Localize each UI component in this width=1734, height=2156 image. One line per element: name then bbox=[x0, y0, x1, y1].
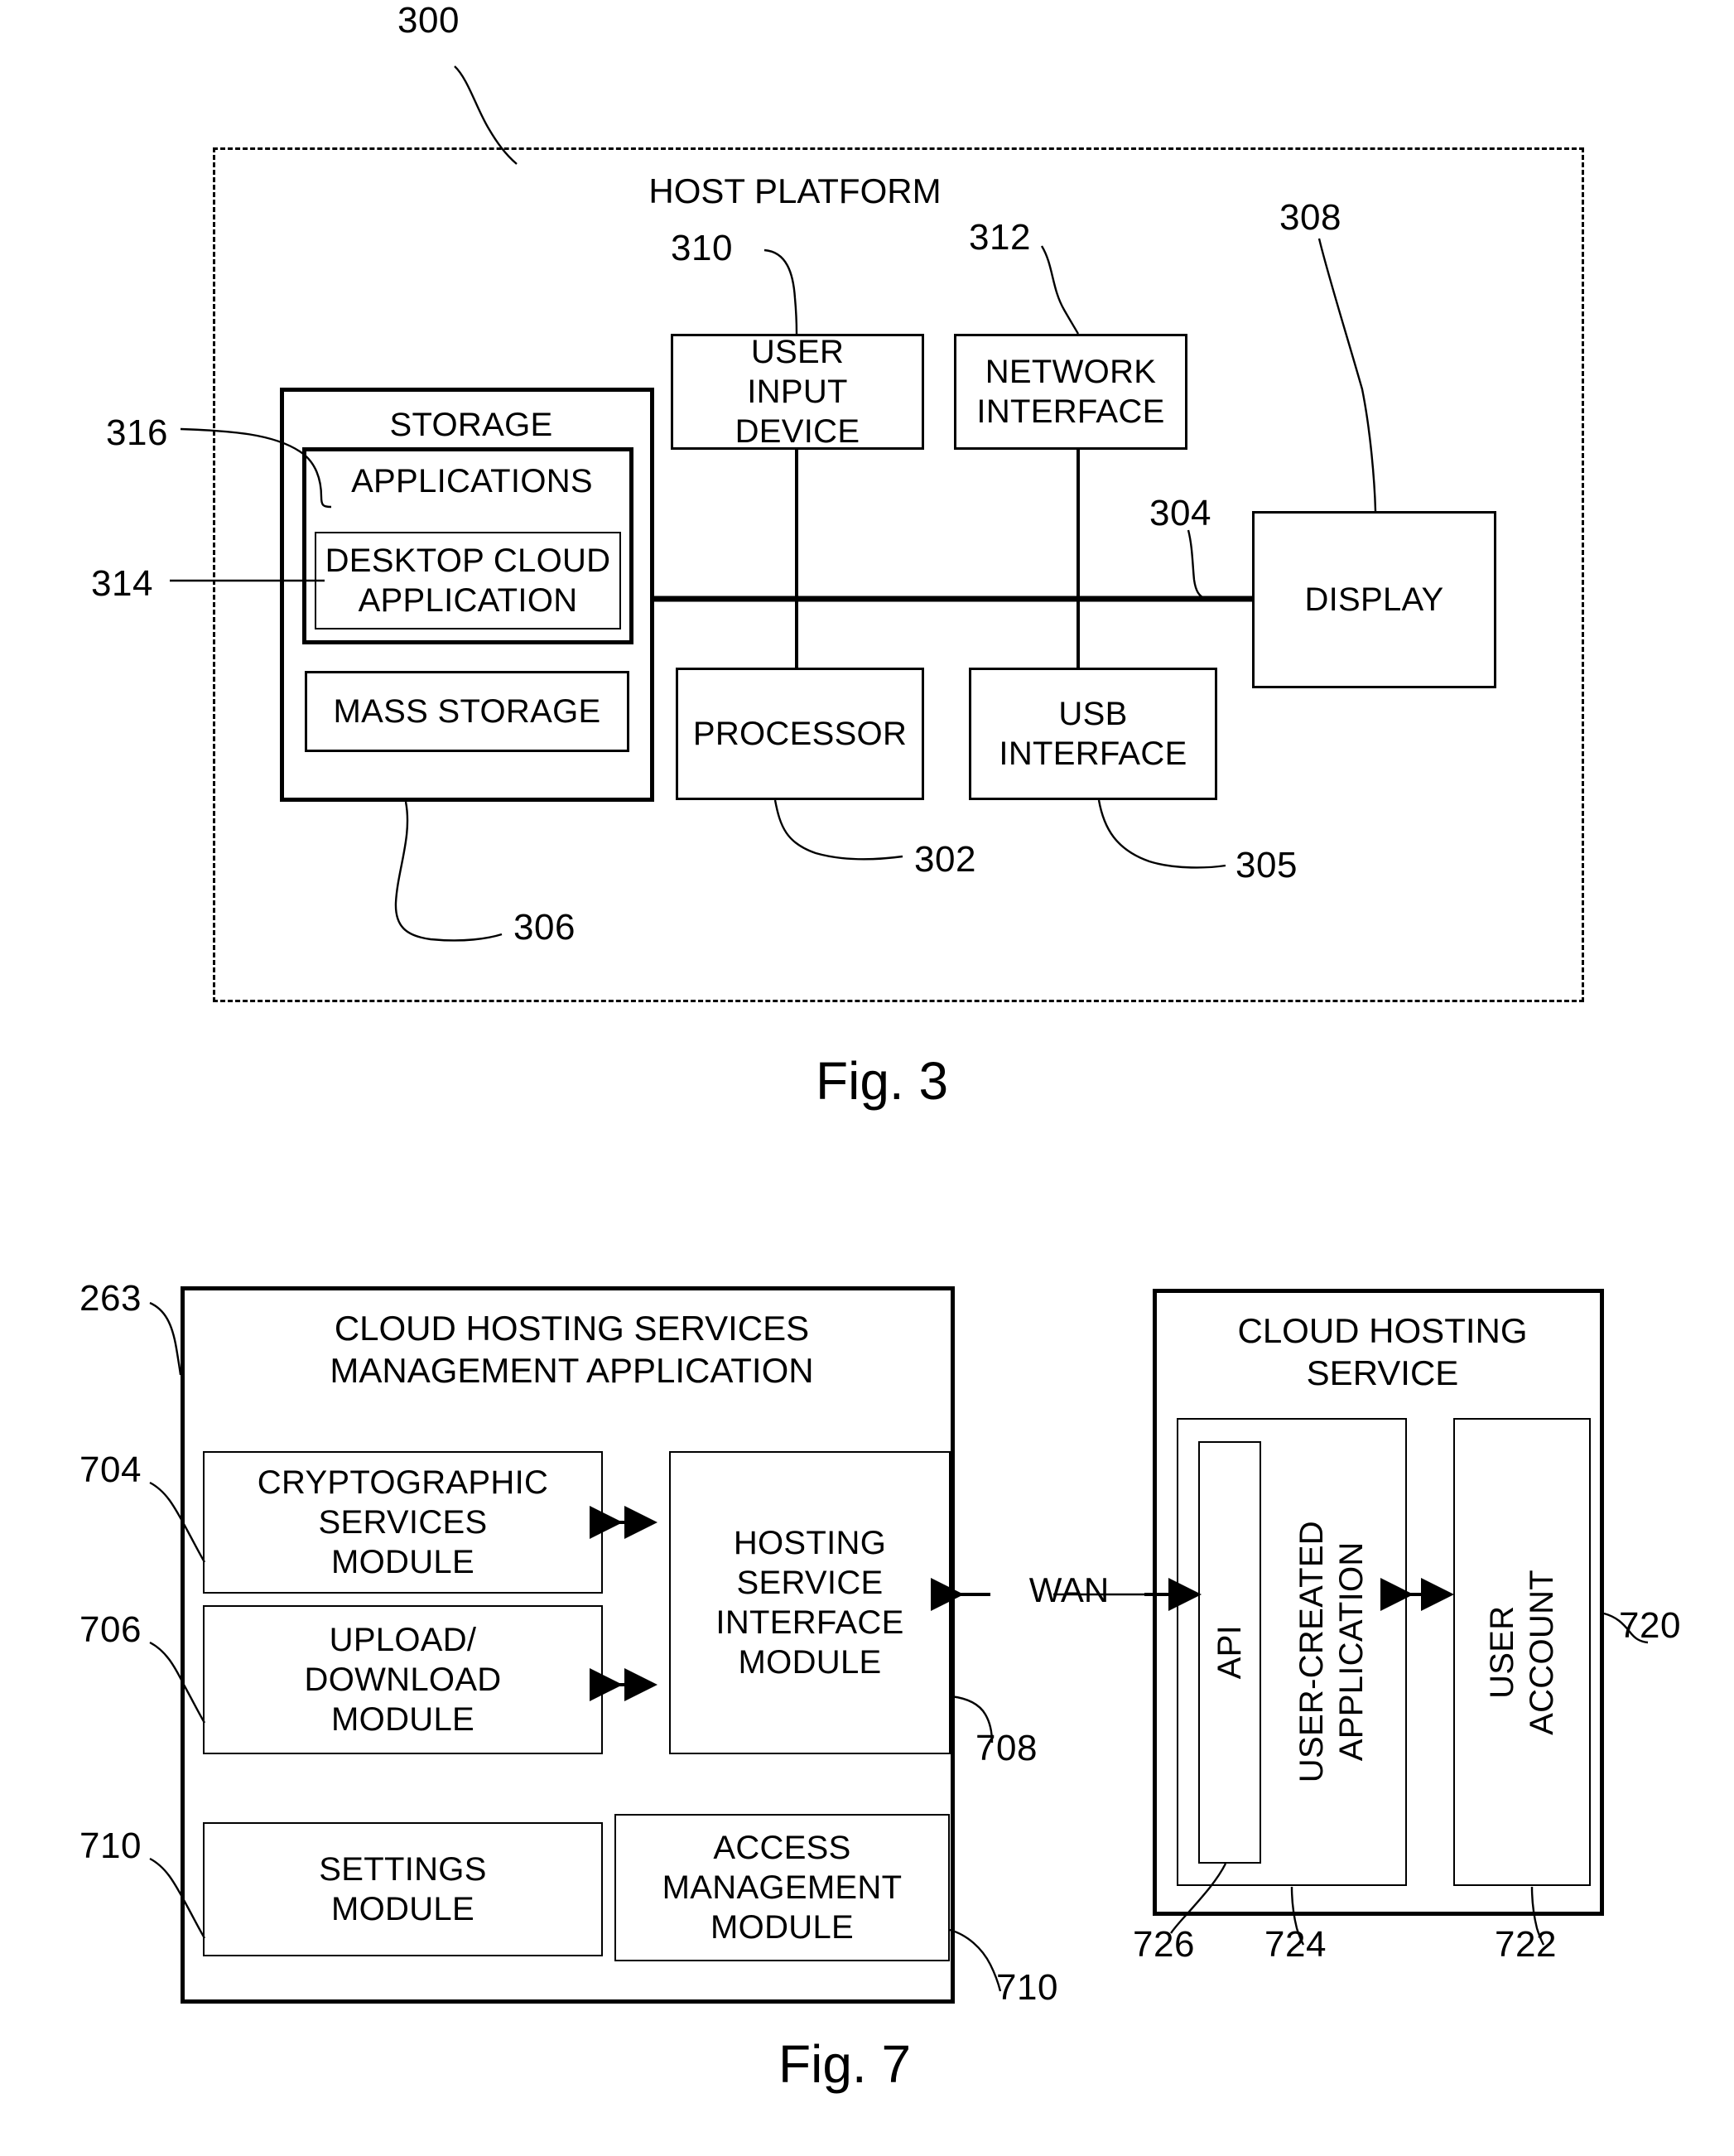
usb-interface-box: USB INTERFACE bbox=[969, 668, 1217, 800]
api-label: API bbox=[1211, 1625, 1248, 1680]
mass-storage-box: MASS STORAGE bbox=[305, 671, 629, 752]
user-input-device-box: USER INPUT DEVICE bbox=[671, 334, 924, 450]
api-box: API bbox=[1198, 1441, 1261, 1864]
ref-726: 726 bbox=[1133, 1924, 1195, 1965]
ref-710-settings: 710 bbox=[79, 1826, 142, 1866]
ref-722: 722 bbox=[1495, 1924, 1557, 1965]
ref-720: 720 bbox=[1619, 1605, 1681, 1646]
processor-label: PROCESSOR bbox=[692, 716, 908, 752]
ref-300: 300 bbox=[397, 0, 460, 41]
access-management-module-label: ACCESS MANAGEMENT MODULE bbox=[662, 1830, 903, 1946]
cryptographic-services-module-label: CRYPTOGRAPHIC SERVICES MODULE bbox=[257, 1464, 549, 1580]
ref-706: 706 bbox=[79, 1609, 142, 1650]
display-box: DISPLAY bbox=[1252, 511, 1496, 688]
applications-label: APPLICATIONS bbox=[351, 463, 593, 499]
access-management-module-box: ACCESS MANAGEMENT MODULE bbox=[614, 1814, 950, 1961]
user-input-device-label: USER INPUT DEVICE bbox=[735, 334, 860, 450]
usb-interface-label: USB INTERFACE bbox=[999, 696, 1187, 772]
wan-link-label: WAN bbox=[1028, 1570, 1110, 1609]
desktop-cloud-application-label: DESKTOP CLOUD APPLICATION bbox=[325, 543, 611, 619]
ref-316: 316 bbox=[106, 412, 168, 453]
settings-module-box: SETTINGS MODULE bbox=[203, 1822, 603, 1956]
ref-305: 305 bbox=[1235, 845, 1298, 885]
ref-302: 302 bbox=[914, 839, 976, 880]
display-label: DISPLAY bbox=[1304, 581, 1444, 618]
cloud-hosting-services-management-application-title: CLOUD HOSTING SERVICES MANAGEMENT APPLIC… bbox=[330, 1309, 814, 1391]
desktop-cloud-application-box: DESKTOP CLOUD APPLICATION bbox=[315, 532, 621, 629]
user-account-label: USER ACCOUNT bbox=[1484, 1569, 1560, 1735]
ref-310: 310 bbox=[671, 228, 733, 268]
figure-7-caption: Fig. 7 bbox=[778, 2034, 912, 2094]
hosting-service-interface-module-label: HOSTING SERVICE INTERFACE MODULE bbox=[715, 1525, 904, 1681]
patent-drawing-sheet: 300 HOST PLATFORM 310 312 308 316 314 30… bbox=[0, 0, 1734, 2156]
ref-724: 724 bbox=[1264, 1924, 1327, 1965]
ref-314: 314 bbox=[91, 563, 153, 604]
ref-304: 304 bbox=[1149, 493, 1211, 533]
ref-308: 308 bbox=[1279, 197, 1341, 238]
ref-306: 306 bbox=[513, 907, 576, 948]
host-platform-title: HOST PLATFORM bbox=[648, 171, 942, 210]
figure-3-caption: Fig. 3 bbox=[816, 1051, 949, 1111]
ref-704: 704 bbox=[79, 1449, 142, 1490]
user-created-application-label: USER-CREATED APPLICATION bbox=[1293, 1521, 1370, 1783]
ref-263: 263 bbox=[79, 1278, 142, 1319]
upload-download-module-box: UPLOAD/ DOWNLOAD MODULE bbox=[203, 1605, 603, 1754]
upload-download-module-label: UPLOAD/ DOWNLOAD MODULE bbox=[304, 1622, 502, 1738]
cryptographic-services-module-box: CRYPTOGRAPHIC SERVICES MODULE bbox=[203, 1451, 603, 1594]
cloud-hosting-service-title: CLOUD HOSTING SERVICE bbox=[1237, 1311, 1528, 1393]
network-interface-box: NETWORK INTERFACE bbox=[954, 334, 1187, 450]
ref-708: 708 bbox=[975, 1728, 1038, 1768]
mass-storage-label: MASS STORAGE bbox=[333, 693, 601, 730]
storage-label: STORAGE bbox=[389, 407, 553, 443]
hosting-service-interface-module-box: HOSTING SERVICE INTERFACE MODULE bbox=[669, 1451, 951, 1754]
ref-710-access-management: 710 bbox=[996, 1967, 1058, 2008]
user-account-box: USER ACCOUNT bbox=[1453, 1418, 1591, 1886]
network-interface-label: NETWORK INTERFACE bbox=[976, 354, 1165, 430]
ref-312: 312 bbox=[969, 217, 1031, 258]
settings-module-label: SETTINGS MODULE bbox=[319, 1851, 487, 1927]
processor-box: PROCESSOR bbox=[676, 668, 924, 800]
